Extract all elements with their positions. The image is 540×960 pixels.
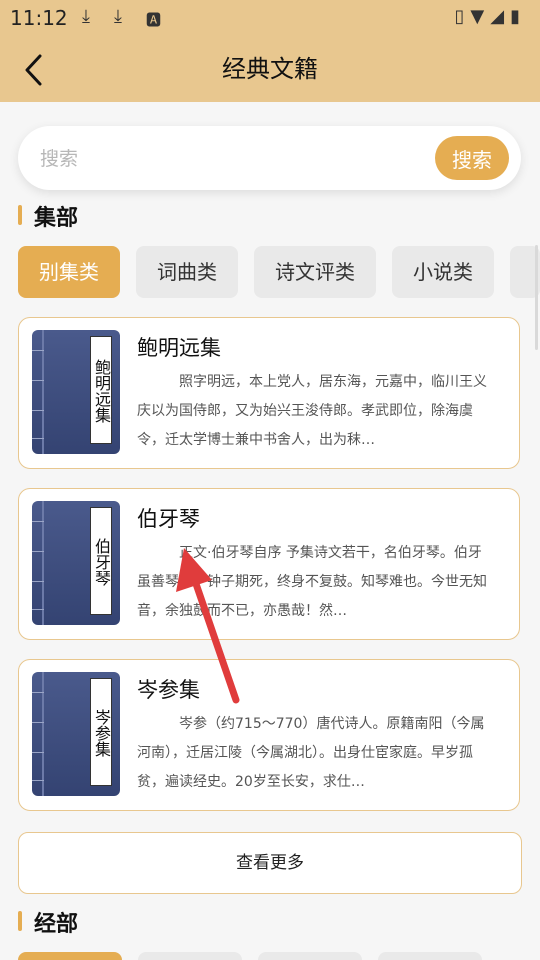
tab-stub[interactable] — [258, 952, 362, 960]
vibrate-icon: ▯ — [454, 6, 471, 27]
tab-ciqu[interactable]: 词曲类 — [136, 246, 238, 298]
download-icon: ⤓ — [82, 6, 90, 27]
section-title-jibu: 集部 — [18, 200, 78, 232]
cover-label: 伯牙琴 — [90, 507, 112, 615]
download-icon: ⤓ — [114, 6, 122, 27]
status-time: 11:12 — [10, 6, 68, 30]
book-title: 岑参集 — [137, 678, 200, 702]
book-description: 照字明远，本上党人，居东海，元嘉中，临川王义庆以为国侍郎，又为始兴王浚侍郎。孝武… — [137, 374, 487, 448]
battery-icon: ▮ — [510, 6, 526, 27]
book-cover: 伯牙琴 — [32, 501, 120, 625]
book-cover: 岑参集 — [32, 672, 120, 796]
category-tabs-2 — [18, 952, 540, 960]
view-more-button[interactable]: 查看更多 — [18, 832, 522, 894]
search-input[interactable] — [38, 142, 422, 176]
book-cover: 鲍明远集 — [32, 330, 120, 454]
book-card-3[interactable]: 岑参集 岑参集 岑参（约715～770）唐代诗人。原籍南阳（今属河南），迁居江陵… — [18, 659, 520, 811]
chevron-left-icon — [25, 54, 42, 86]
status-bar: 11:12 ⤓ ⤓ 🅰 ▯▼◢▮ — [0, 0, 540, 36]
signal-icon: ◢ — [490, 6, 511, 27]
tab-xiaoshuo[interactable]: 小说类 — [392, 246, 494, 298]
cover-label: 岑参集 — [90, 678, 112, 786]
section-title-jingbu: 经部 — [18, 906, 78, 938]
book-description: 正文·伯牙琴自序 予集诗文若干，名伯牙琴。伯牙虽善琴者，钟子期死，终身不复鼓。知… — [137, 545, 487, 619]
tab-stub[interactable] — [18, 952, 122, 960]
status-icons: ▯▼◢▮ — [455, 6, 527, 27]
cover-label: 鲍明远集 — [90, 336, 112, 444]
book-card-2[interactable]: 伯牙琴 伯牙琴 正文·伯牙琴自序 予集诗文若干，名伯牙琴。伯牙虽善琴者，钟子期死… — [18, 488, 520, 640]
page-title: 经典文籍 — [222, 55, 318, 83]
wifi-icon: ▼ — [470, 6, 491, 27]
tab-stub[interactable] — [138, 952, 242, 960]
scrollbar[interactable] — [535, 245, 538, 350]
category-tabs: 别集类 词曲类 诗文评类 小说类 — [18, 246, 540, 298]
app-header: 11:12 ⤓ ⤓ 🅰 ▯▼◢▮ 经典文籍 — [0, 0, 540, 102]
book-title: 伯牙琴 — [137, 507, 200, 531]
book-description: 岑参（约715～770）唐代诗人。原籍南阳（今属河南），迁居江陵（今属湖北）。出… — [137, 716, 485, 790]
book-card-1[interactable]: 鲍明远集 鲍明远集 照字明远，本上党人，居东海，元嘉中，临川王义庆以为国侍郎，又… — [18, 317, 520, 469]
tab-stub[interactable] — [378, 952, 482, 960]
font-icon: 🅰 — [146, 11, 162, 29]
book-title: 鲍明远集 — [137, 336, 221, 360]
search-button[interactable]: 搜索 — [435, 136, 509, 180]
tab-bieji[interactable]: 别集类 — [18, 246, 120, 298]
back-button[interactable] — [18, 50, 54, 90]
tab-shiwenping[interactable]: 诗文评类 — [254, 246, 376, 298]
search-bar: 搜索 — [18, 126, 521, 190]
